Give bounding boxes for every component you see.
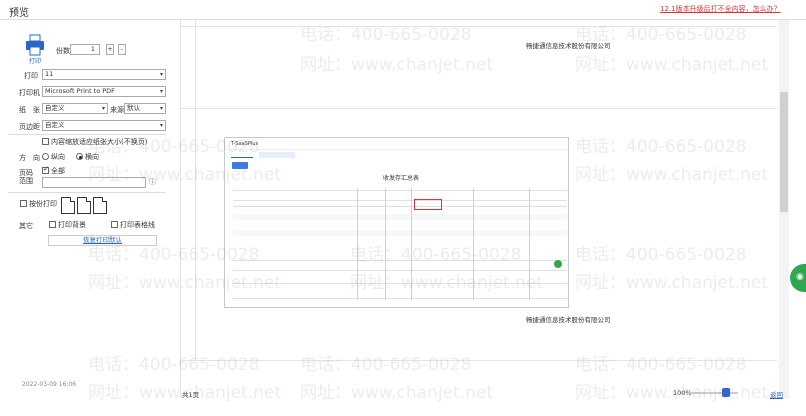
sheet-tab <box>231 152 253 158</box>
sheet-row <box>233 230 567 236</box>
sheet-tabs <box>225 152 568 161</box>
printer-select[interactable]: Microsoft Print to PDF ▾ <box>42 86 166 97</box>
chevron-down-icon: ▾ <box>101 105 105 112</box>
print-timestamp: 2022-03-09 16:06 <box>22 381 77 388</box>
copies-input[interactable]: 1 <box>70 44 100 55</box>
window-title: 预览 <box>9 8 29 19</box>
sheet-gridline <box>233 270 567 271</box>
portrait-radio[interactable] <box>42 153 49 160</box>
sheet-toolbar: 收发存汇总表 <box>225 162 568 182</box>
divider <box>8 192 166 193</box>
margin-guide <box>181 26 777 27</box>
wifi-icon[interactable]: ◉ <box>790 264 806 292</box>
info-icon[interactable]: ⓘ <box>149 177 156 187</box>
page-header-company: 畅捷通信息技术股份有限公司 <box>526 42 611 50</box>
collate-checkbox[interactable] <box>20 200 27 207</box>
print-range-label: 打印 <box>24 72 38 80</box>
fit-width-checkbox[interactable] <box>42 138 49 145</box>
sheet-gridline <box>233 190 567 191</box>
sheet-row <box>233 214 567 220</box>
sheet-report-title: 收发存汇总表 <box>383 175 420 182</box>
paper-label: 纸 张 <box>19 106 40 114</box>
print-button-label[interactable]: 打印 <box>29 56 41 65</box>
scrollbar-thumb[interactable] <box>780 92 788 212</box>
page-range-input[interactable] <box>42 177 146 188</box>
all-pages-label: 全部 <box>51 167 65 175</box>
copies-value: 1 <box>90 45 95 53</box>
print-range-select[interactable]: 11 ▾ <box>42 69 166 80</box>
sheet-column-line <box>357 188 358 300</box>
page-stack-icon <box>77 197 91 214</box>
divider <box>8 134 166 135</box>
sheet-column-line <box>385 188 386 300</box>
print-range-value: 11 <box>45 70 54 78</box>
margin-select[interactable]: 自定义 ▾ <box>42 120 166 131</box>
print-background-label: 打印背景 <box>58 221 86 229</box>
fit-width-label: 内容缩放适应纸张大小(不换页) <box>51 138 148 146</box>
chevron-down-icon: ▾ <box>159 88 163 95</box>
sheet-column-line <box>411 188 412 300</box>
print-gridlines-label: 打印表格线 <box>120 221 155 229</box>
print-background-checkbox[interactable] <box>49 221 56 228</box>
sheet-column-line <box>529 188 530 300</box>
zoom-slider[interactable] <box>688 392 738 394</box>
margin-guide <box>181 360 777 361</box>
back-link[interactable]: 返回 <box>770 389 783 399</box>
source-select[interactable]: 默认 ▾ <box>124 103 166 114</box>
margin-guide <box>181 108 777 109</box>
vertical-scrollbar[interactable] <box>779 20 789 398</box>
copies-label: 份数 <box>56 47 70 55</box>
paper-value: 自定义 <box>45 104 65 112</box>
page-range-label: 页码范围 <box>19 169 33 185</box>
page-count: 共1页 <box>182 391 200 399</box>
sheet-gridline <box>233 260 567 261</box>
chevron-down-icon: ▾ <box>159 71 163 78</box>
source-value: 默认 <box>127 104 140 112</box>
restore-defaults-button[interactable]: 恢复打印默认 <box>48 235 157 246</box>
collate-label: 按份打印 <box>29 200 57 208</box>
orientation-label: 方 向 <box>19 154 40 162</box>
print-gridlines-checkbox[interactable] <box>111 221 118 228</box>
copies-minus-button[interactable]: - <box>118 44 126 55</box>
sheet-brand: T-SaaSPlus <box>231 141 259 147</box>
print-settings-panel: 打印 份数 1 + - 打印 11 ▾ 打印机 Microsoft Print t… <box>0 20 172 416</box>
landscape-label: 横向 <box>85 153 99 161</box>
sheet-query-button <box>232 162 248 169</box>
title-bar: 预览 12.1版本升级后打不全内容，怎么办？ <box>0 0 806 20</box>
zoom-slider-handle[interactable] <box>722 388 730 397</box>
sheet-gridline <box>233 283 567 284</box>
sheet-column-line <box>473 188 474 300</box>
portrait-label: 纵向 <box>51 153 65 161</box>
page-stack-icon <box>93 197 107 214</box>
page-stack-icon <box>61 197 75 214</box>
printer-label: 打印机 <box>19 89 40 97</box>
paper-select[interactable]: 自定义 ▾ <box>42 103 108 114</box>
printer-icon[interactable] <box>24 34 46 56</box>
copies-plus-button[interactable]: + <box>106 44 114 55</box>
sheet-add-icon <box>554 260 562 268</box>
wifi-glyph: ◉ <box>796 272 804 282</box>
upgrade-help-link[interactable]: 12.1版本升级后打不全内容，怎么办？ <box>660 4 781 14</box>
sheet-gridline <box>233 200 567 201</box>
preview-window: 预览 12.1版本升级后打不全内容，怎么办？ 打印 份数 1 + - 打印 11… <box>0 0 806 416</box>
margin-label: 页边距 <box>19 123 40 131</box>
chevron-down-icon: ▾ <box>159 105 163 112</box>
other-label: 其它 <box>19 222 33 230</box>
landscape-radio[interactable] <box>76 153 83 160</box>
sheet-gridline <box>233 298 567 299</box>
margin-guide <box>195 20 196 360</box>
sheet-tab <box>259 152 295 158</box>
margin-value: 自定义 <box>45 121 65 129</box>
all-pages-checkbox[interactable] <box>42 165 49 174</box>
printer-value: Microsoft Print to PDF <box>45 87 115 95</box>
report-sheet-image: T-SaaSPlus 收发存汇总表 <box>224 137 569 308</box>
chevron-down-icon: ▾ <box>159 122 163 129</box>
source-label: 来源 <box>110 106 124 114</box>
sheet-highlight-box <box>414 199 442 210</box>
sheet-gridline <box>233 206 567 207</box>
sheet-app-header: T-SaaSPlus <box>225 138 568 150</box>
page-footer-company: 畅捷通信息技术股份有限公司 <box>526 316 611 324</box>
